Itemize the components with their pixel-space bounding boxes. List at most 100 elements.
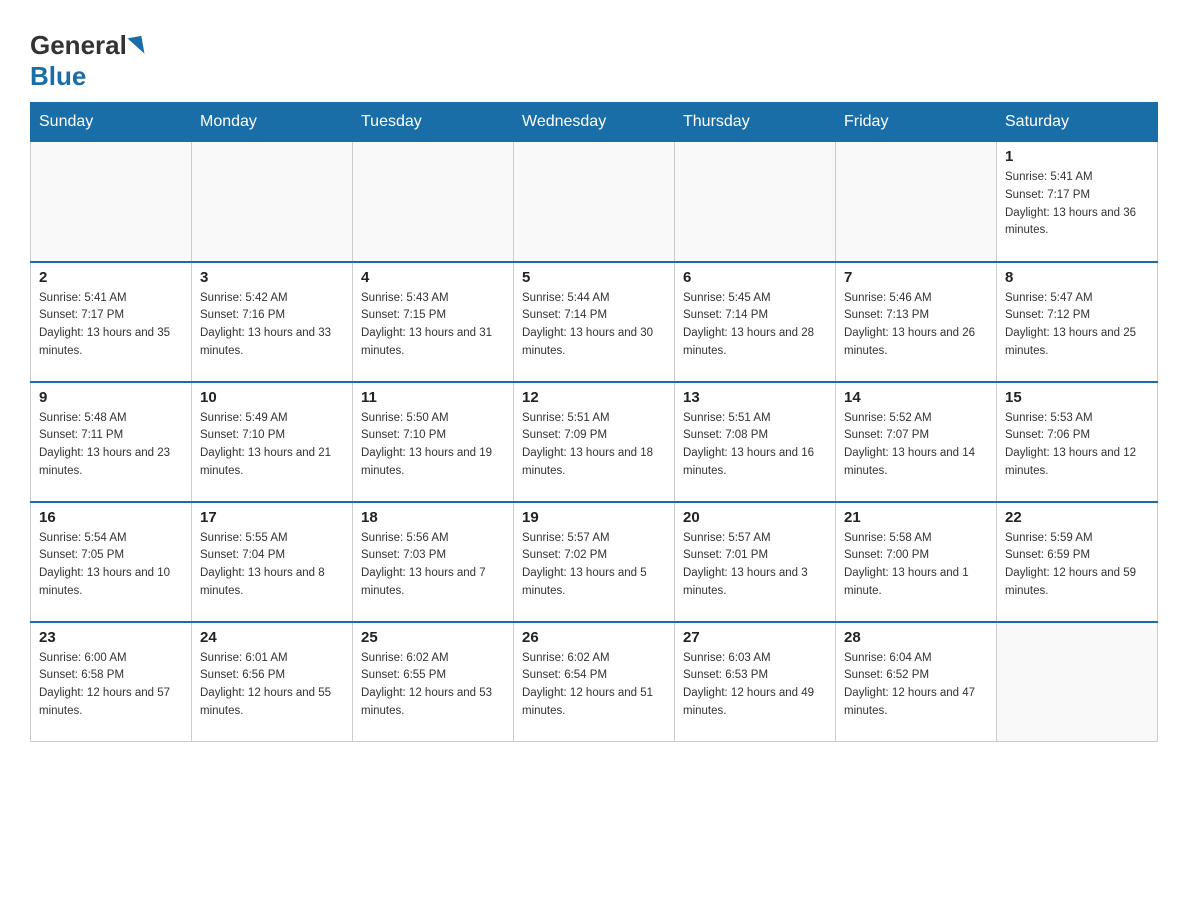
logo-general-text: General: [30, 30, 127, 61]
day-info: Sunrise: 6:04 AMSunset: 6:52 PMDaylight:…: [844, 650, 988, 721]
day-number: 4: [361, 269, 505, 286]
logo: General Blue: [30, 30, 145, 92]
calendar-cell: [514, 142, 675, 262]
calendar-cell: [192, 142, 353, 262]
day-info: Sunrise: 5:50 AMSunset: 7:10 PMDaylight:…: [361, 410, 505, 481]
calendar-cell: 28 Sunrise: 6:04 AMSunset: 6:52 PMDayligh…: [836, 622, 997, 742]
day-info: Sunrise: 5:45 AMSunset: 7:14 PMDaylight:…: [683, 290, 827, 361]
column-header-saturday: Saturday: [997, 103, 1158, 142]
day-number: 18: [361, 509, 505, 526]
calendar-cell: 20Sunrise: 5:57 AMSunset: 7:01 PMDayligh…: [675, 502, 836, 622]
day-number: 17: [200, 509, 344, 526]
day-number: 22: [1005, 509, 1149, 526]
column-header-monday: Monday: [192, 103, 353, 142]
calendar-cell: [836, 142, 997, 262]
day-number: 7: [844, 269, 988, 286]
day-number: 27: [683, 629, 827, 646]
calendar-cell: 15 Sunrise: 5:53 AMSunset: 7:06 PMDayligh…: [997, 382, 1158, 502]
calendar-cell: 5 Sunrise: 5:44 AMSunset: 7:14 PMDaylight…: [514, 262, 675, 382]
day-number: 5: [522, 269, 666, 286]
day-info: Sunrise: 5:43 AMSunset: 7:15 PMDaylight:…: [361, 290, 505, 361]
day-info: Sunrise: 6:02 AMSunset: 6:54 PMDaylight:…: [522, 650, 666, 721]
day-number: 6: [683, 269, 827, 286]
day-info: Sunrise: 5:53 AMSunset: 7:06 PMDaylight:…: [1005, 410, 1149, 481]
day-number: 15: [1005, 389, 1149, 406]
day-number: 26: [522, 629, 666, 646]
calendar-cell: 3 Sunrise: 5:42 AMSunset: 7:16 PMDaylight…: [192, 262, 353, 382]
day-info: Sunrise: 5:49 AMSunset: 7:10 PMDaylight:…: [200, 410, 344, 481]
day-info: Sunrise: 5:42 AMSunset: 7:16 PMDaylight:…: [200, 290, 344, 361]
day-number: 21: [844, 509, 988, 526]
calendar-cell: 25 Sunrise: 6:02 AMSunset: 6:55 PMDayligh…: [353, 622, 514, 742]
day-number: 12: [522, 389, 666, 406]
day-info: Sunrise: 5:57 AMSunset: 7:01 PMDaylight:…: [683, 530, 827, 601]
calendar-cell: [675, 142, 836, 262]
day-info: Sunrise: 5:41 AMSunset: 7:17 PMDaylight:…: [1005, 169, 1149, 240]
calendar-cell: 6 Sunrise: 5:45 AMSunset: 7:14 PMDaylight…: [675, 262, 836, 382]
calendar-week-4: 16 Sunrise: 5:54 AMSunset: 7:05 PMDayligh…: [31, 502, 1158, 622]
day-info: Sunrise: 5:51 AMSunset: 7:09 PMDaylight:…: [522, 410, 666, 481]
day-number: 14: [844, 389, 988, 406]
calendar-cell: [31, 142, 192, 262]
calendar-cell: 18Sunrise: 5:56 AMSunset: 7:03 PMDayligh…: [353, 502, 514, 622]
page-header: General Blue: [30, 20, 1158, 92]
day-info: Sunrise: 6:03 AMSunset: 6:53 PMDaylight:…: [683, 650, 827, 721]
column-header-wednesday: Wednesday: [514, 103, 675, 142]
calendar-cell: [997, 622, 1158, 742]
day-number: 1: [1005, 148, 1149, 165]
calendar-cell: 13 Sunrise: 5:51 AMSunset: 7:08 PMDayligh…: [675, 382, 836, 502]
day-info: Sunrise: 5:52 AMSunset: 7:07 PMDaylight:…: [844, 410, 988, 481]
calendar-header-row: SundayMondayTuesdayWednesdayThursdayFrid…: [31, 103, 1158, 142]
day-info: Sunrise: 5:44 AMSunset: 7:14 PMDaylight:…: [522, 290, 666, 361]
calendar-week-2: 2Sunrise: 5:41 AMSunset: 7:17 PMDaylight…: [31, 262, 1158, 382]
day-number: 2: [39, 269, 183, 286]
column-header-sunday: Sunday: [31, 103, 192, 142]
day-number: 23: [39, 629, 183, 646]
day-number: 25: [361, 629, 505, 646]
day-info: Sunrise: 5:57 AMSunset: 7:02 PMDaylight:…: [522, 530, 666, 601]
column-header-tuesday: Tuesday: [353, 103, 514, 142]
logo-arrow-icon: [127, 35, 144, 55]
day-info: Sunrise: 5:58 AMSunset: 7:00 PMDaylight:…: [844, 530, 988, 601]
calendar-cell: 24 Sunrise: 6:01 AMSunset: 6:56 PMDayligh…: [192, 622, 353, 742]
calendar-cell: [353, 142, 514, 262]
day-info: Sunrise: 5:46 AMSunset: 7:13 PMDaylight:…: [844, 290, 988, 361]
day-info: Sunrise: 6:02 AMSunset: 6:55 PMDaylight:…: [361, 650, 505, 721]
calendar-week-5: 23Sunrise: 6:00 AMSunset: 6:58 PMDayligh…: [31, 622, 1158, 742]
column-header-thursday: Thursday: [675, 103, 836, 142]
column-header-friday: Friday: [836, 103, 997, 142]
day-info: Sunrise: 5:51 AMSunset: 7:08 PMDaylight:…: [683, 410, 827, 481]
day-info: Sunrise: 5:54 AMSunset: 7:05 PMDaylight:…: [39, 530, 183, 601]
calendar-cell: 8 Sunrise: 5:47 AMSunset: 7:12 PMDaylight…: [997, 262, 1158, 382]
calendar-cell: 1 Sunrise: 5:41 AMSunset: 7:17 PMDaylight…: [997, 142, 1158, 262]
day-number: 8: [1005, 269, 1149, 286]
day-number: 28: [844, 629, 988, 646]
calendar-cell: 10 Sunrise: 5:49 AMSunset: 7:10 PMDayligh…: [192, 382, 353, 502]
calendar-week-1: 1 Sunrise: 5:41 AMSunset: 7:17 PMDaylight…: [31, 142, 1158, 262]
calendar-cell: 2Sunrise: 5:41 AMSunset: 7:17 PMDaylight…: [31, 262, 192, 382]
calendar-cell: 7 Sunrise: 5:46 AMSunset: 7:13 PMDaylight…: [836, 262, 997, 382]
calendar-cell: 22Sunrise: 5:59 AMSunset: 6:59 PMDayligh…: [997, 502, 1158, 622]
calendar-cell: 23Sunrise: 6:00 AMSunset: 6:58 PMDayligh…: [31, 622, 192, 742]
day-number: 11: [361, 389, 505, 406]
day-number: 13: [683, 389, 827, 406]
calendar-week-3: 9Sunrise: 5:48 AMSunset: 7:11 PMDaylight…: [31, 382, 1158, 502]
calendar-cell: 9Sunrise: 5:48 AMSunset: 7:11 PMDaylight…: [31, 382, 192, 502]
calendar-cell: 12 Sunrise: 5:51 AMSunset: 7:09 PMDayligh…: [514, 382, 675, 502]
calendar-table: SundayMondayTuesdayWednesdayThursdayFrid…: [30, 102, 1158, 742]
day-info: Sunrise: 5:48 AMSunset: 7:11 PMDaylight:…: [39, 410, 183, 481]
logo-blue-text: Blue: [30, 61, 86, 91]
calendar-cell: 27 Sunrise: 6:03 AMSunset: 6:53 PMDayligh…: [675, 622, 836, 742]
calendar-cell: 16 Sunrise: 5:54 AMSunset: 7:05 PMDayligh…: [31, 502, 192, 622]
day-number: 10: [200, 389, 344, 406]
day-info: Sunrise: 5:47 AMSunset: 7:12 PMDaylight:…: [1005, 290, 1149, 361]
day-number: 24: [200, 629, 344, 646]
day-info: Sunrise: 5:55 AMSunset: 7:04 PMDaylight:…: [200, 530, 344, 601]
calendar-cell: 4 Sunrise: 5:43 AMSunset: 7:15 PMDaylight…: [353, 262, 514, 382]
calendar-cell: 19 Sunrise: 5:57 AMSunset: 7:02 PMDayligh…: [514, 502, 675, 622]
day-number: 3: [200, 269, 344, 286]
day-number: 16: [39, 509, 183, 526]
day-number: 19: [522, 509, 666, 526]
calendar-cell: 11 Sunrise: 5:50 AMSunset: 7:10 PMDayligh…: [353, 382, 514, 502]
day-info: Sunrise: 6:01 AMSunset: 6:56 PMDaylight:…: [200, 650, 344, 721]
